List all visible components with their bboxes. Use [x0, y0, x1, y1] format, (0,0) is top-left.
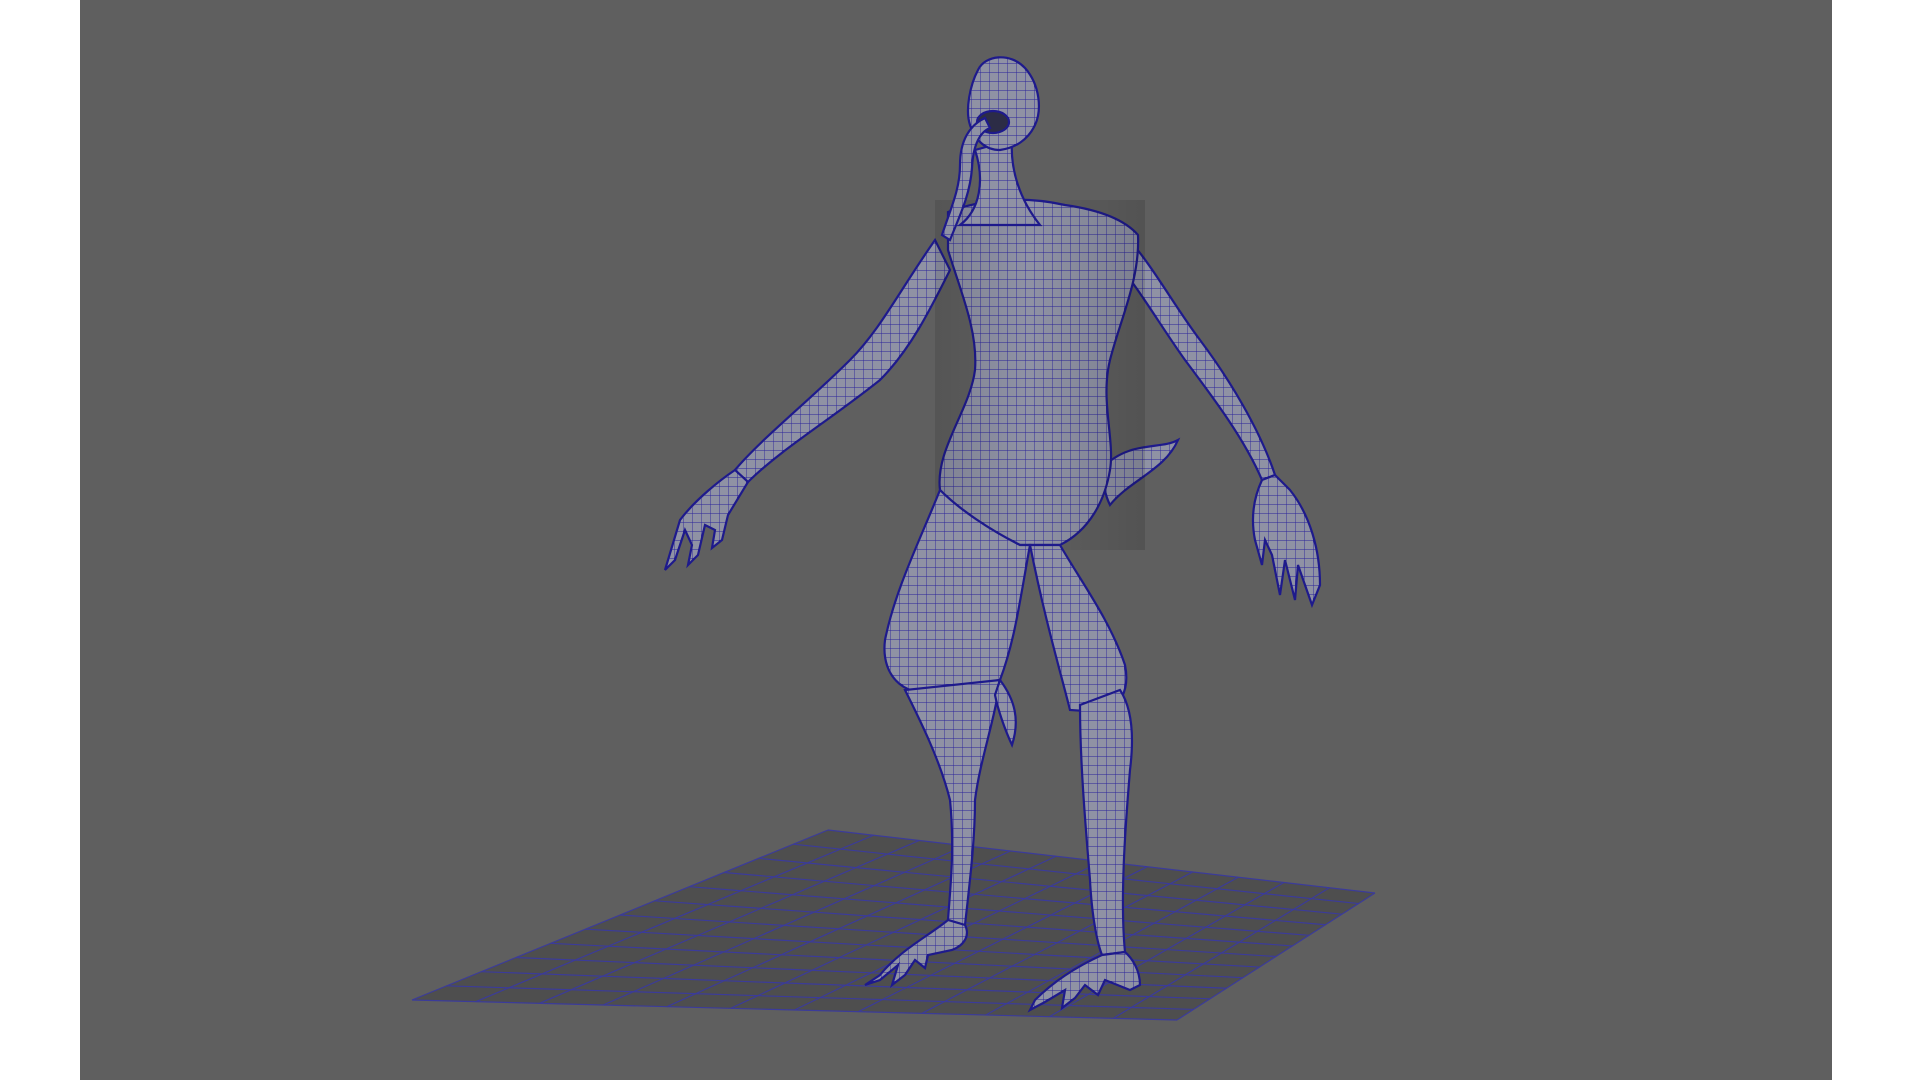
ground-grid: [411, 829, 1376, 1021]
left-arm[interactable]: [733, 237, 952, 484]
left-hand[interactable]: [663, 468, 750, 571]
left-knee-spur[interactable]: [993, 677, 1017, 749]
right-thigh[interactable]: [1028, 543, 1128, 714]
viewport-canvas[interactable]: [80, 0, 1832, 1080]
screenshot-frame: [0, 0, 1920, 1080]
right-hand[interactable]: [1251, 473, 1322, 609]
torso-shading: [935, 200, 1145, 550]
3d-viewport[interactable]: [80, 0, 1832, 1080]
grid-plane: [412, 830, 1375, 1020]
